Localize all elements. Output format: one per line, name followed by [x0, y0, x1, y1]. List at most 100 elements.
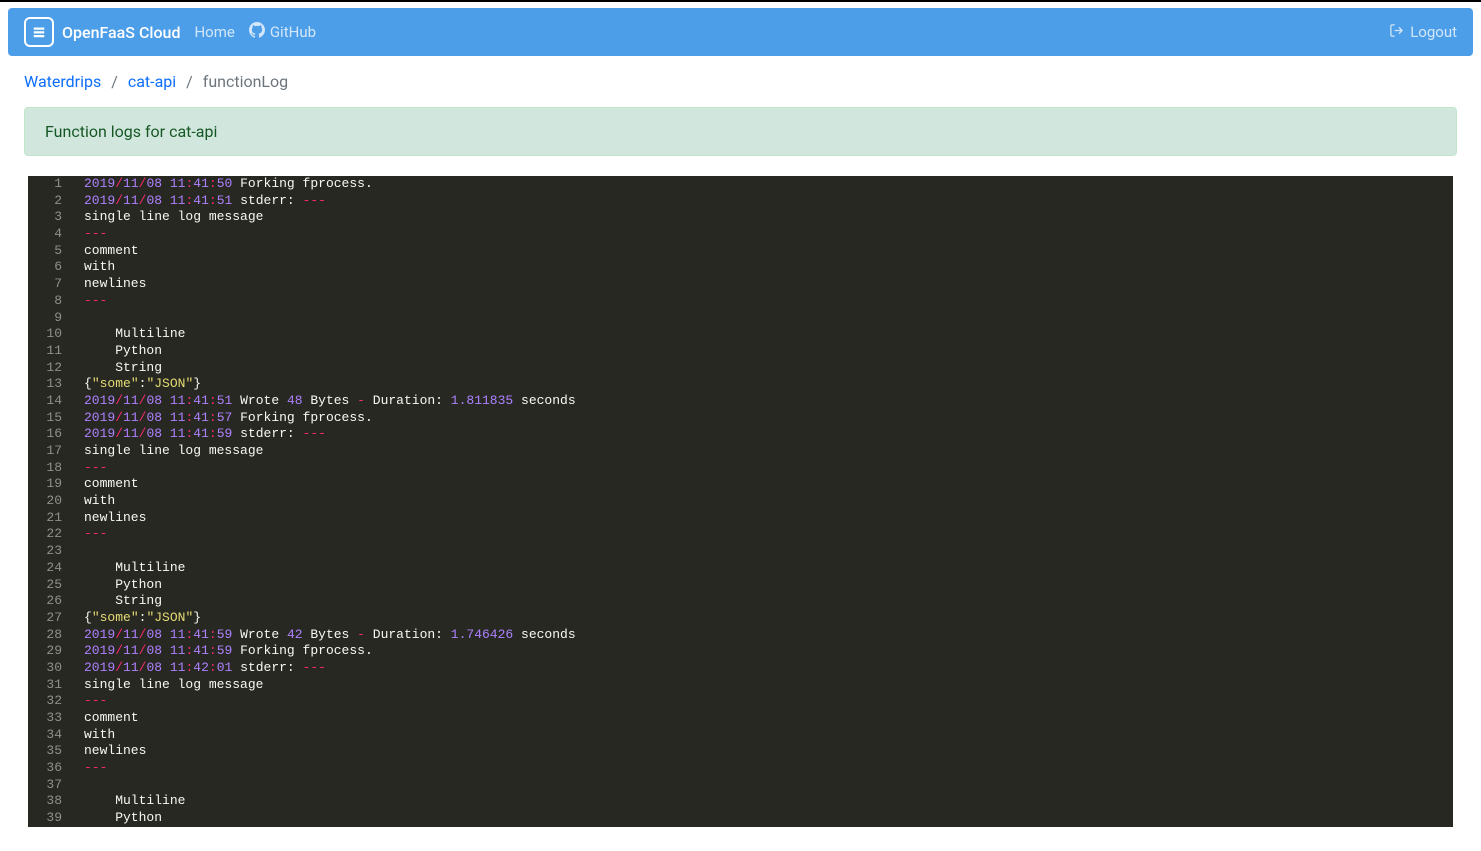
- log-line: single line log message: [84, 209, 1441, 226]
- gutter-line-number: 37: [42, 777, 62, 794]
- log-line: 2019/11/08 11:41:59 Wrote 42 Bytes - Dur…: [84, 627, 1441, 644]
- gutter-line-number: 19: [42, 476, 62, 493]
- brand-link[interactable]: OpenFaaS Cloud: [24, 17, 180, 47]
- log-line: Multiline: [84, 326, 1441, 343]
- gutter-line-number: 24: [42, 560, 62, 577]
- log-line: ---: [84, 693, 1441, 710]
- brand-logo-icon: [24, 17, 54, 47]
- breadcrumb-item: Waterdrips: [24, 72, 101, 91]
- log-line: 2019/11/08 11:41:59 Forking fprocess.: [84, 643, 1441, 660]
- gutter-line-number: 14: [42, 393, 62, 410]
- navbar: OpenFaaS Cloud Home GitHub Logout: [8, 8, 1473, 56]
- log-line: {"some":"JSON"}: [84, 610, 1441, 627]
- gutter-line-number: 38: [42, 793, 62, 810]
- gutter-line-number: 34: [42, 727, 62, 744]
- breadcrumb-separator: /: [101, 72, 128, 91]
- gutter-line-number: 4: [42, 226, 62, 243]
- gutter-line-number: 2: [42, 193, 62, 210]
- log-panel: 1234567891011121314151617181920212223242…: [8, 156, 1473, 847]
- log-line: newlines: [84, 743, 1441, 760]
- log-line: [84, 777, 1441, 794]
- log-line: Python: [84, 343, 1441, 360]
- log-line: ---: [84, 226, 1441, 243]
- log-code[interactable]: 2019/11/08 11:41:50 Forking fprocess.201…: [72, 176, 1453, 827]
- log-line: comment: [84, 243, 1441, 260]
- log-line: String: [84, 593, 1441, 610]
- log-line: single line log message: [84, 443, 1441, 460]
- nav-home[interactable]: Home: [194, 23, 234, 41]
- gutter-line-number: 7: [42, 276, 62, 293]
- log-line: Multiline: [84, 560, 1441, 577]
- log-line: 2019/11/08 11:41:51 stderr: ---: [84, 193, 1441, 210]
- breadcrumb-item: functionLog: [203, 72, 288, 91]
- logout-icon: [1389, 23, 1404, 42]
- log-line: 2019/11/08 11:41:57 Forking fprocess.: [84, 410, 1441, 427]
- gutter-line-number: 21: [42, 510, 62, 527]
- log-line: String: [84, 360, 1441, 377]
- breadcrumb-link[interactable]: Waterdrips: [24, 72, 101, 91]
- log-line: single line log message: [84, 677, 1441, 694]
- log-line: Multiline: [84, 793, 1441, 810]
- log-line: Python: [84, 577, 1441, 594]
- log-line: 2019/11/08 11:41:50 Forking fprocess.: [84, 176, 1441, 193]
- gutter-line-number: 1: [42, 176, 62, 193]
- log-line: with: [84, 727, 1441, 744]
- nav-home-label: Home: [194, 23, 234, 41]
- breadcrumb-separator: /: [176, 72, 203, 91]
- log-line: 2019/11/08 11:41:51 Wrote 48 Bytes - Dur…: [84, 393, 1441, 410]
- gutter-line-number: 30: [42, 660, 62, 677]
- log-line: newlines: [84, 510, 1441, 527]
- gutter-line-number: 5: [42, 243, 62, 260]
- breadcrumb-link[interactable]: cat-api: [128, 72, 176, 91]
- gutter-line-number: 36: [42, 760, 62, 777]
- gutter-line-number: 23: [42, 543, 62, 560]
- gutter-line-number: 18: [42, 460, 62, 477]
- nav-github-label: GitHub: [270, 23, 316, 41]
- gutter-line-number: 39: [42, 810, 62, 827]
- gutter-line-number: 17: [42, 443, 62, 460]
- log-line: ---: [84, 293, 1441, 310]
- navbar-left: OpenFaaS Cloud Home GitHub: [24, 17, 316, 47]
- page-top-border: [0, 0, 1481, 2]
- gutter-line-number: 33: [42, 710, 62, 727]
- gutter-line-number: 9: [42, 310, 62, 327]
- gutter-line-number: 22: [42, 526, 62, 543]
- log-line: Python: [84, 810, 1441, 827]
- log-line: ---: [84, 460, 1441, 477]
- log-line: [84, 310, 1441, 327]
- gutter-line-number: 31: [42, 677, 62, 694]
- gutter-line-number: 25: [42, 577, 62, 594]
- log-line: {"some":"JSON"}: [84, 376, 1441, 393]
- log-line: with: [84, 259, 1441, 276]
- gutter-line-number: 16: [42, 426, 62, 443]
- nav-github[interactable]: GitHub: [249, 22, 316, 42]
- banner-function-logs: Function logs for cat-api: [24, 107, 1457, 156]
- gutter-line-number: 12: [42, 360, 62, 377]
- logout-link[interactable]: Logout: [1389, 23, 1457, 42]
- breadcrumb-item: cat-api: [128, 72, 176, 91]
- log-line: 2019/11/08 11:42:01 stderr: ---: [84, 660, 1441, 677]
- breadcrumb: Waterdrips/cat-api/functionLog: [24, 72, 1457, 91]
- gutter-line-number: 11: [42, 343, 62, 360]
- gutter-line-number: 26: [42, 593, 62, 610]
- breadcrumb-container: Waterdrips/cat-api/functionLog Function …: [8, 56, 1473, 156]
- log-line: ---: [84, 526, 1441, 543]
- gutter-line-number: 29: [42, 643, 62, 660]
- gutter-line-number: 6: [42, 259, 62, 276]
- gutter-line-number: 13: [42, 376, 62, 393]
- gutter-line-number: 28: [42, 627, 62, 644]
- log-line: comment: [84, 710, 1441, 727]
- gutter-line-number: 35: [42, 743, 62, 760]
- brand-text: OpenFaaS Cloud: [62, 23, 180, 42]
- log-line: comment: [84, 476, 1441, 493]
- gutter-line-number: 20: [42, 493, 62, 510]
- banner-text: Function logs for cat-api: [45, 122, 217, 141]
- log-view[interactable]: 1234567891011121314151617181920212223242…: [28, 176, 1453, 827]
- log-line: [84, 543, 1441, 560]
- gutter-line-number: 27: [42, 610, 62, 627]
- gutter-line-number: 8: [42, 293, 62, 310]
- log-line: 2019/11/08 11:41:59 stderr: ---: [84, 426, 1441, 443]
- log-line: newlines: [84, 276, 1441, 293]
- gutter-line-number: 15: [42, 410, 62, 427]
- gutter-line-number: 32: [42, 693, 62, 710]
